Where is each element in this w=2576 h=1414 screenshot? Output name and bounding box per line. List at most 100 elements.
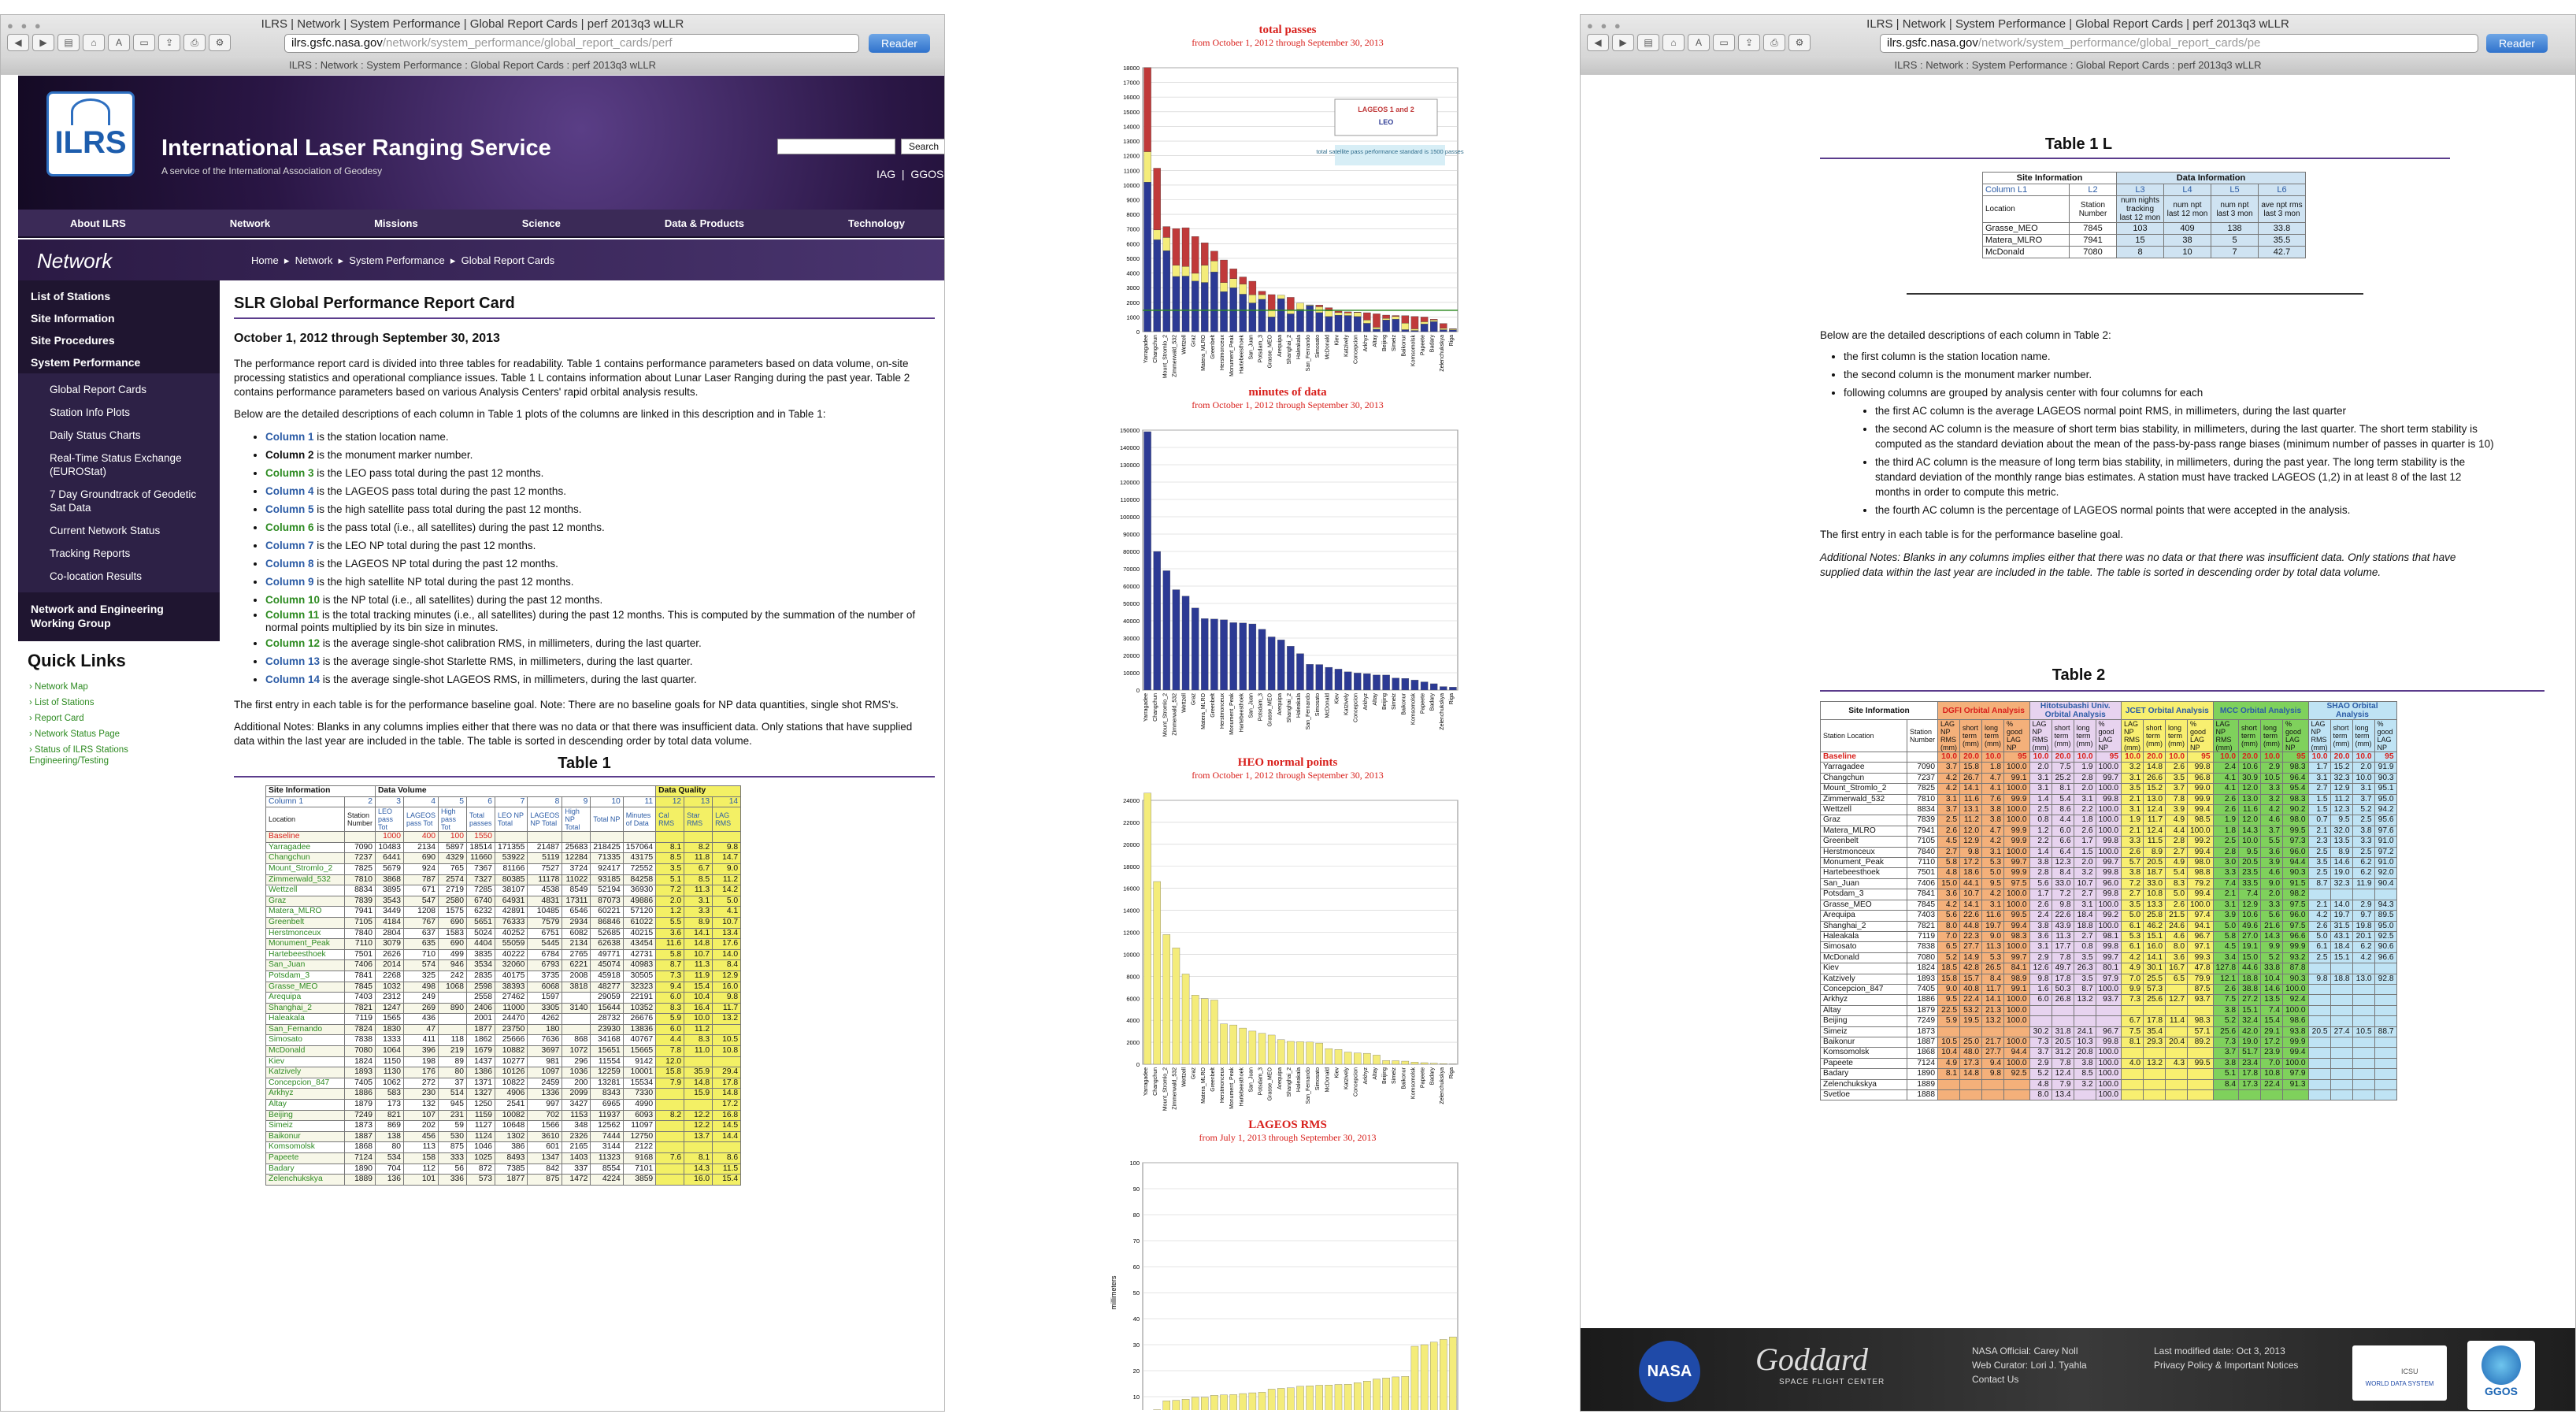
wds-logo[interactable]: WORLD DATA SYSTEM ICSU bbox=[2352, 1345, 2447, 1401]
nav-missions[interactable]: Missions bbox=[374, 217, 418, 229]
sidebar-subitem-2[interactable]: Daily Status Charts bbox=[18, 424, 220, 447]
nav-technology[interactable]: Technology bbox=[848, 217, 905, 229]
column-link[interactable]: Column 11 bbox=[265, 609, 319, 621]
quick-link-4[interactable]: › Status of ILRS Stations Engineering/Te… bbox=[29, 742, 209, 769]
quick-link-3[interactable]: › Network Status Page bbox=[29, 726, 209, 742]
sidebar-subitem-3[interactable]: Real-Time Status Exchange (EUROStat) bbox=[18, 447, 220, 483]
table-cell: 3.1 bbox=[2122, 773, 2144, 783]
window-title: ILRS | Network | System Performance | Gl… bbox=[1, 17, 944, 31]
column-link[interactable]: Column 9 bbox=[265, 576, 314, 588]
column-link[interactable]: Column 8 bbox=[265, 558, 314, 570]
back-button[interactable]: ◀ bbox=[7, 34, 29, 51]
forward-button[interactable]: ▶ bbox=[32, 34, 54, 51]
reader-button-right[interactable]: Reader bbox=[2486, 34, 2548, 53]
sidebar-subitem-7[interactable]: Co-location Results bbox=[18, 565, 220, 588]
home-icon[interactable]: ⌂ bbox=[83, 34, 105, 51]
table-cell: 4.9 bbox=[2166, 858, 2188, 868]
home-icon[interactable]: ⌂ bbox=[1662, 34, 1685, 51]
url-bar-right[interactable]: ilrs.gsfc.nasa.gov/network/system_perfor… bbox=[1880, 34, 2478, 53]
sidebar-item-3[interactable]: System Performance bbox=[18, 351, 220, 373]
goddard-logo[interactable]: Goddard SPACE FLIGHT CENTER bbox=[1755, 1341, 1921, 1402]
table-cell: 1097 bbox=[528, 1067, 562, 1078]
nav-about[interactable]: About ILRS bbox=[70, 217, 126, 229]
text-size-icon[interactable]: A bbox=[108, 34, 130, 51]
column-link[interactable]: Column 14 bbox=[265, 674, 320, 685]
bar bbox=[1182, 974, 1189, 1064]
bar-high bbox=[1449, 328, 1456, 329]
forward-button[interactable]: ▶ bbox=[1612, 34, 1634, 51]
ilrs-logo[interactable]: ILRS bbox=[46, 91, 135, 176]
settings-icon[interactable]: ⚙ bbox=[1788, 34, 1811, 51]
table-cell: 26.7 bbox=[1960, 773, 1982, 783]
column-link[interactable]: Column 5 bbox=[265, 503, 314, 515]
ggos-logo[interactable]: GGOS bbox=[2467, 1341, 2535, 1410]
column-link[interactable]: Column 6 bbox=[265, 521, 314, 533]
column-link[interactable]: Column 1 bbox=[265, 431, 314, 443]
tab-bar-right[interactable]: ILRS : Network : System Performance : Gl… bbox=[1581, 56, 2575, 75]
quick-link-2[interactable]: › Report Card bbox=[29, 711, 209, 726]
table-cell: long term (mm) bbox=[2261, 720, 2283, 752]
table-cell: long term (mm) bbox=[2074, 720, 2096, 752]
nav-data-products[interactable]: Data & Products bbox=[665, 217, 744, 229]
table-cell bbox=[2352, 1016, 2374, 1026]
header-links[interactable]: IAG | GGOS bbox=[877, 168, 943, 180]
text-size-icon[interactable]: A bbox=[1688, 34, 1710, 51]
table-cell: 15.0 bbox=[1938, 878, 1960, 889]
sidebar-subitem-4[interactable]: 7 Day Groundtrack of Geodetic Sat Data bbox=[18, 483, 220, 519]
table-cell: 2.1 bbox=[2122, 826, 2144, 836]
column-link[interactable]: Column 10 bbox=[265, 594, 320, 606]
table-cell bbox=[2166, 1026, 2188, 1037]
quick-link-1[interactable]: › List of Stations bbox=[29, 695, 209, 711]
column-link[interactable]: Column 7 bbox=[265, 540, 314, 551]
sidebar-item-0[interactable]: List of Stations bbox=[18, 285, 220, 307]
table-cell: 1072 bbox=[562, 1046, 591, 1057]
settings-icon[interactable]: ⚙ bbox=[209, 34, 231, 51]
sidebar-group[interactable]: Network and Engineering Working Group bbox=[18, 592, 220, 635]
last-modified: Last modified date: Oct 3, 2013 bbox=[2154, 1344, 2298, 1358]
nav-network[interactable]: Network bbox=[230, 217, 270, 229]
bar-high bbox=[1411, 317, 1418, 329]
search-button[interactable]: Search bbox=[901, 139, 945, 154]
print-icon[interactable]: ⎙ bbox=[1763, 34, 1785, 51]
sidebar-subitem-5[interactable]: Current Network Status bbox=[18, 519, 220, 542]
table-cell: 8549 bbox=[562, 885, 591, 896]
sidebar-subitem-0[interactable]: Global Report Cards bbox=[18, 378, 220, 401]
share-icon[interactable]: ⇪ bbox=[158, 34, 180, 51]
contact-link[interactable]: Contact Us bbox=[1972, 1372, 2087, 1386]
reader-button[interactable]: Reader bbox=[869, 34, 930, 53]
table-cell bbox=[2330, 1058, 2352, 1068]
table-cell: 1403 bbox=[562, 1153, 591, 1164]
reading-icon[interactable]: ▭ bbox=[1713, 34, 1735, 51]
table-cell: 10.0 bbox=[2029, 752, 2052, 763]
tab-bar[interactable]: ILRS : Network : System Performance : Gl… bbox=[1, 56, 944, 75]
quick-link-0[interactable]: › Network Map bbox=[29, 679, 209, 695]
column-link[interactable]: Column 2 bbox=[265, 449, 314, 461]
table-cell: 2835 bbox=[467, 971, 495, 982]
table-cell: 19.7 bbox=[1982, 921, 2004, 931]
share-icon[interactable]: ⇪ bbox=[1738, 34, 1760, 51]
print-icon[interactable]: ⎙ bbox=[183, 34, 206, 51]
sidebar-subitem-1[interactable]: Station Info Plots bbox=[18, 401, 220, 424]
bar bbox=[1258, 1034, 1266, 1064]
table-cell bbox=[1982, 1090, 2004, 1100]
nav-science[interactable]: Science bbox=[522, 217, 561, 229]
reading-icon[interactable]: ▭ bbox=[133, 34, 155, 51]
sidebar-item-2[interactable]: Site Procedures bbox=[18, 329, 220, 351]
bookmarks-icon[interactable]: ▤ bbox=[57, 34, 80, 51]
table-cell: Location bbox=[1983, 196, 2070, 223]
column-link[interactable]: Column 3 bbox=[265, 467, 314, 479]
bar bbox=[1325, 1048, 1332, 1064]
column-link[interactable]: Column 4 bbox=[265, 485, 314, 497]
sidebar-item-1[interactable]: Site Information bbox=[18, 307, 220, 329]
back-button[interactable]: ◀ bbox=[1587, 34, 1609, 51]
table-cell: 7090 bbox=[345, 842, 376, 853]
privacy-link[interactable]: Privacy Policy & Important Notices bbox=[2154, 1358, 2298, 1372]
column-link[interactable]: Column 13 bbox=[265, 655, 320, 667]
breadcrumb[interactable]: Home ▸ Network ▸ System Performance ▸ Gl… bbox=[251, 254, 554, 267]
url-bar[interactable]: ilrs.gsfc.nasa.gov/network/system_perfor… bbox=[284, 34, 859, 53]
bookmarks-icon[interactable]: ▤ bbox=[1637, 34, 1659, 51]
column-link[interactable]: Column 12 bbox=[265, 637, 320, 649]
sidebar-subitem-6[interactable]: Tracking Reports bbox=[18, 542, 220, 565]
nasa-logo[interactable]: NASA bbox=[1639, 1341, 1700, 1402]
search-input[interactable] bbox=[777, 139, 895, 154]
